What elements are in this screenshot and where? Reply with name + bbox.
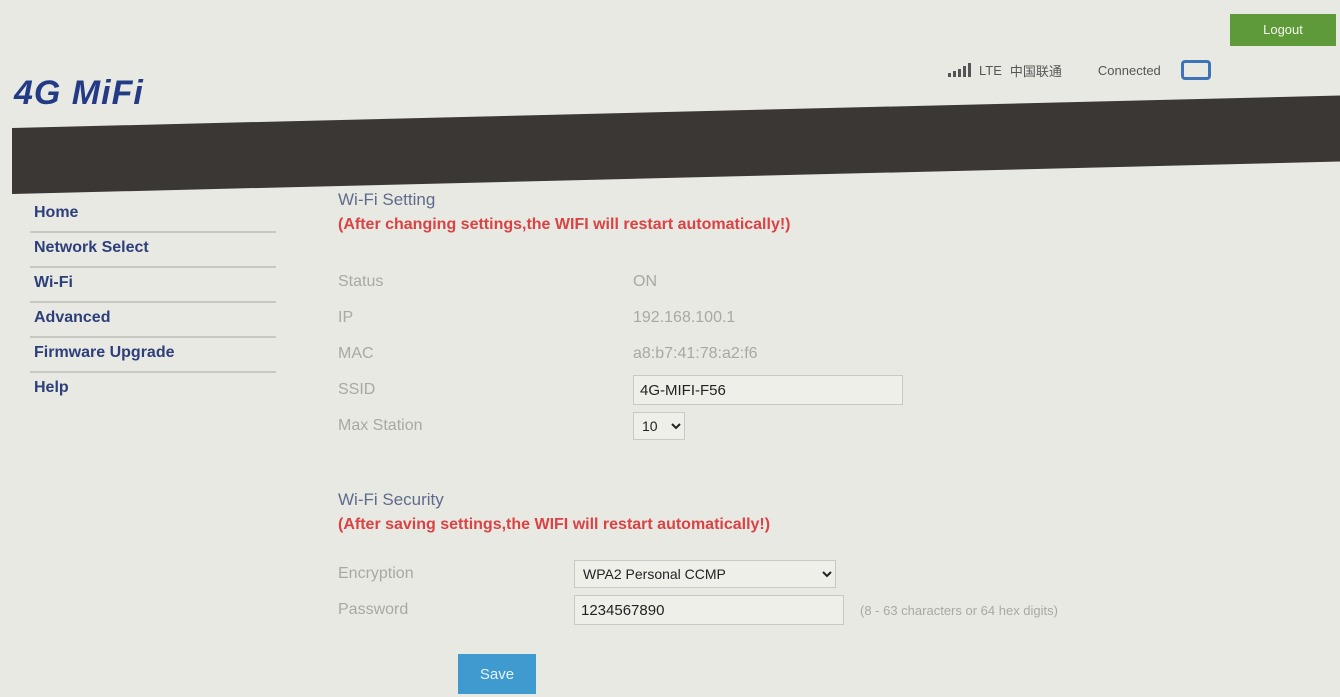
ip-value: 192.168.100.1	[633, 309, 736, 326]
carrier-name: 中国联通	[1009, 63, 1062, 79]
ssid-label: SSID	[338, 381, 376, 398]
sidebar-item-home[interactable]: Home	[30, 198, 276, 233]
sidebar-item-firmware-upgrade[interactable]: Firmware Upgrade	[30, 338, 276, 373]
status-bar: LTE 中国联通 Connected	[948, 56, 1211, 84]
wifi-security-warning: (After saving settings,the WIFI will res…	[338, 516, 771, 533]
mac-label: MAC	[338, 345, 374, 362]
network-type: LTE	[979, 62, 1002, 78]
save-button[interactable]: Save	[458, 654, 536, 694]
max-station-select[interactable]: 10	[633, 412, 685, 440]
ssid-input[interactable]	[633, 375, 903, 405]
device-icon	[1180, 60, 1211, 80]
password-input[interactable]	[574, 595, 844, 625]
status-row: Status ON	[338, 264, 1328, 300]
max-station-row: Max Station 10	[338, 408, 1328, 444]
ip-label: IP	[338, 309, 354, 326]
password-row: Password (8 - 63 characters or 64 hex di…	[338, 592, 1328, 628]
nav-bar	[12, 95, 1340, 194]
encryption-label: Encryption	[338, 565, 414, 582]
status-value: ON	[633, 273, 657, 290]
connection-status: Connected	[1097, 62, 1161, 78]
sidebar-item-network-select[interactable]: Network Select	[30, 233, 276, 268]
ip-row: IP 192.168.100.1	[338, 300, 1328, 336]
sidebar-item-advanced[interactable]: Advanced	[30, 303, 276, 338]
mac-row: MAC a8:b7:41:78:a2:f6	[338, 336, 1328, 372]
sidebar: Home Network Select Wi-Fi Advanced Firmw…	[30, 198, 276, 406]
signal-strength-icon	[948, 63, 971, 77]
mac-value: a8:b7:41:78:a2:f6	[633, 345, 758, 362]
sidebar-item-wifi[interactable]: Wi-Fi	[30, 268, 276, 303]
wifi-security-title: Wi-Fi Security	[338, 490, 444, 509]
ssid-row: SSID	[338, 372, 1328, 408]
sidebar-item-help[interactable]: Help	[30, 373, 276, 406]
status-label: Status	[338, 273, 384, 290]
password-label: Password	[338, 601, 409, 618]
wifi-setting-warning: (After changing settings,the WIFI will r…	[338, 216, 791, 233]
max-station-label: Max Station	[338, 417, 423, 434]
wifi-setting-title: Wi-Fi Setting	[338, 190, 436, 209]
encryption-row: Encryption WPA2 Personal CCMP	[338, 556, 1328, 592]
logo: 4G MiFi	[14, 74, 144, 112]
main-content: Wi-Fi Setting (After changing settings,t…	[338, 188, 1328, 628]
logout-button[interactable]: Logout	[1230, 14, 1336, 46]
encryption-select[interactable]: WPA2 Personal CCMP	[574, 560, 836, 588]
password-hint: (8 - 63 characters or 64 hex digits)	[860, 602, 1058, 618]
